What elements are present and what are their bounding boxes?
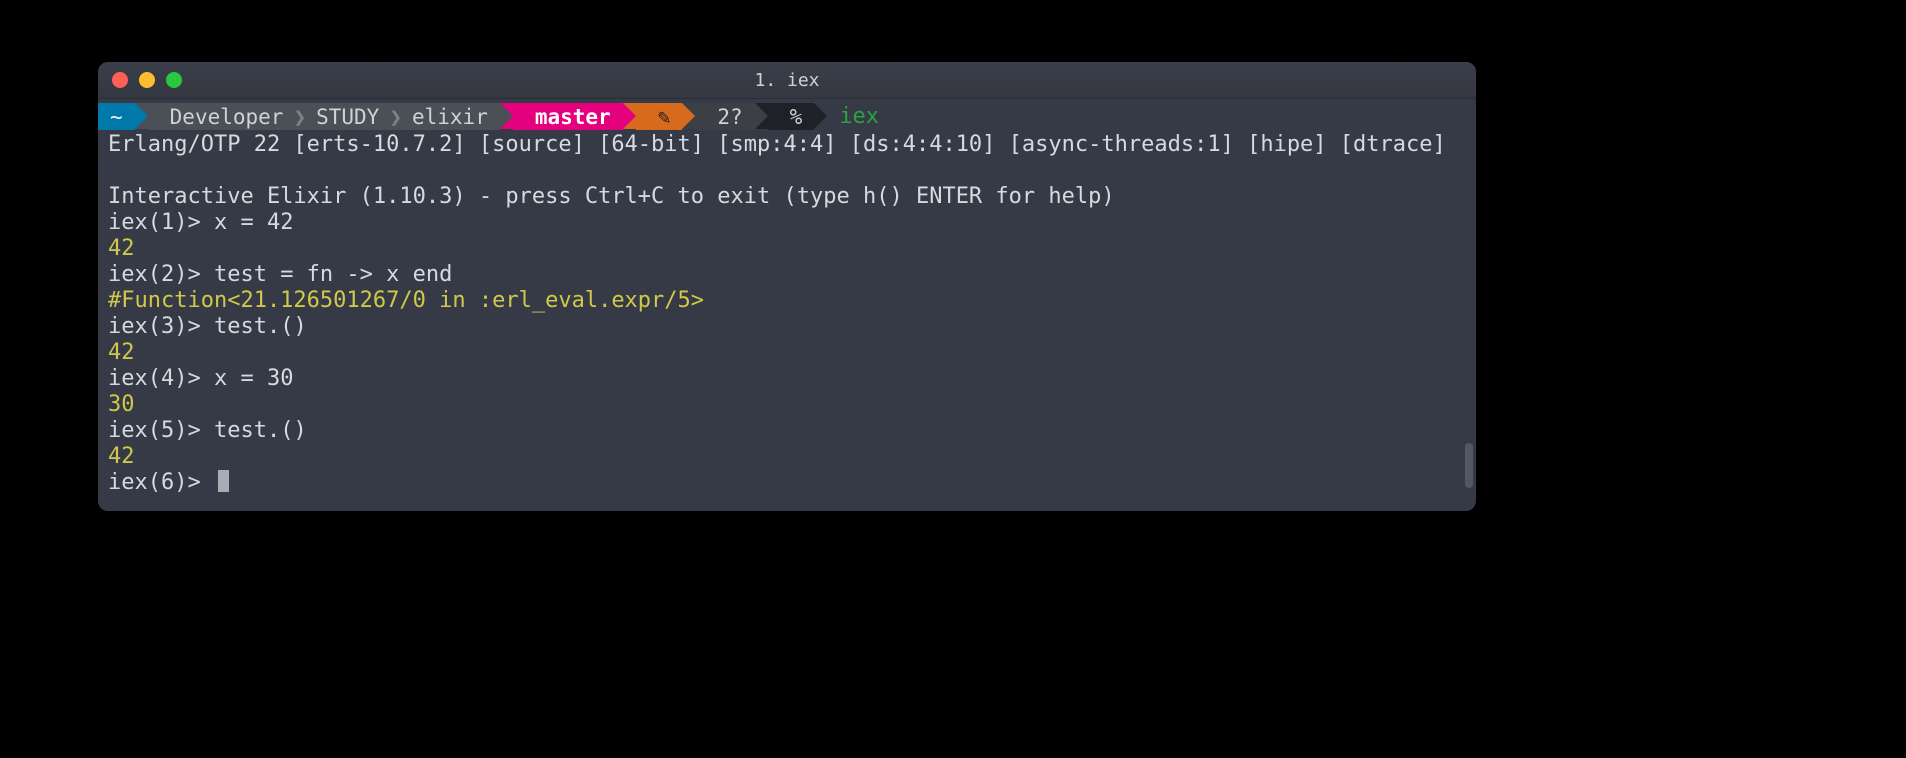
scrollbar-thumb[interactable]	[1465, 443, 1473, 488]
repl-output: 42	[108, 236, 1466, 262]
stash-label: 2?	[717, 104, 742, 130]
iex-prompt: iex(4)>	[108, 366, 214, 391]
home-label: ~	[110, 104, 123, 130]
chevron-right-icon	[135, 103, 148, 129]
blank-line	[108, 158, 1466, 184]
close-icon[interactable]	[112, 72, 128, 88]
repl-lines: iex(1)> x = 4242iex(2)> test = fn -> x e…	[108, 210, 1466, 496]
window-title: 1. iex	[98, 70, 1476, 91]
repl-input-line: iex(1)> x = 42	[108, 210, 1466, 236]
user-input: test = fn -> x end	[214, 262, 452, 287]
user-input: test.()	[214, 418, 307, 443]
terminal-body[interactable]: ~ Developer ❯ STUDY ❯ elixir master ✎ 2? % i…	[98, 103, 1476, 511]
pl-path-segment: Developer ❯ STUDY ❯ elixir	[148, 103, 500, 130]
output-text: 42	[108, 444, 135, 469]
prompt-symbol: %	[790, 104, 803, 130]
erlang-banner: Erlang/OTP 22 [erts-10.7.2] [source] [64…	[108, 132, 1466, 158]
iex-prompt: iex(1)>	[108, 210, 214, 235]
chevron-right-icon: ❯	[293, 104, 306, 130]
path-part: Developer	[170, 104, 284, 130]
path-part: STUDY	[316, 104, 379, 130]
chevron-right-icon	[682, 103, 695, 129]
iex-prompt: iex(3)>	[108, 314, 214, 339]
chevron-right-icon	[623, 103, 636, 129]
powerline-prompt: ~ Developer ❯ STUDY ❯ elixir master ✎ 2? % i…	[98, 103, 1466, 130]
output-text: 42	[108, 236, 135, 261]
chevron-right-icon	[500, 103, 513, 129]
output-text: 30	[108, 392, 135, 417]
repl-input-line: iex(5)> test.()	[108, 418, 1466, 444]
pl-symbol-segment: %	[768, 103, 815, 130]
pl-branch-segment: master	[513, 103, 623, 130]
output-text: 42	[108, 340, 135, 365]
branch-label: master	[535, 104, 611, 130]
repl-input-line: iex(2)> test = fn -> x end	[108, 262, 1466, 288]
pl-dirty-segment: ✎	[636, 103, 683, 130]
user-input: x = 42	[214, 210, 293, 235]
user-input: x = 30	[214, 366, 293, 391]
pl-home-segment: ~	[98, 103, 135, 130]
terminal-window: 1. iex ~ Developer ❯ STUDY ❯ elixir master ✎…	[98, 62, 1476, 511]
repl-output: 42	[108, 340, 1466, 366]
traffic-lights	[112, 72, 182, 88]
chevron-right-icon	[814, 103, 827, 129]
path-part: elixir	[412, 104, 488, 130]
iex-intro: Interactive Elixir (1.10.3) - press Ctrl…	[108, 184, 1466, 210]
chevron-right-icon	[755, 103, 768, 129]
chevron-right-icon: ❯	[389, 104, 402, 130]
minimize-icon[interactable]	[139, 72, 155, 88]
iex-prompt: iex(2)>	[108, 262, 214, 287]
user-input: test.()	[214, 314, 307, 339]
repl-input-line: iex(4)> x = 30	[108, 366, 1466, 392]
repl-input-line: iex(3)> test.()	[108, 314, 1466, 340]
shell-command: iex	[839, 104, 879, 130]
pencil-icon: ✎	[658, 104, 671, 130]
output-text: #Function<21.126501267/0 in :erl_eval.ex…	[108, 288, 704, 313]
pl-stash-segment: 2?	[695, 103, 754, 130]
repl-input-line: iex(6)>	[108, 470, 1466, 496]
iex-prompt: iex(6)>	[108, 470, 214, 495]
repl-output: 42	[108, 444, 1466, 470]
repl-output: 30	[108, 392, 1466, 418]
repl-output: #Function<21.126501267/0 in :erl_eval.ex…	[108, 288, 1466, 314]
cursor	[218, 470, 229, 492]
iex-prompt: iex(5)>	[108, 418, 214, 443]
titlebar[interactable]: 1. iex	[98, 62, 1476, 99]
zoom-icon[interactable]	[166, 72, 182, 88]
